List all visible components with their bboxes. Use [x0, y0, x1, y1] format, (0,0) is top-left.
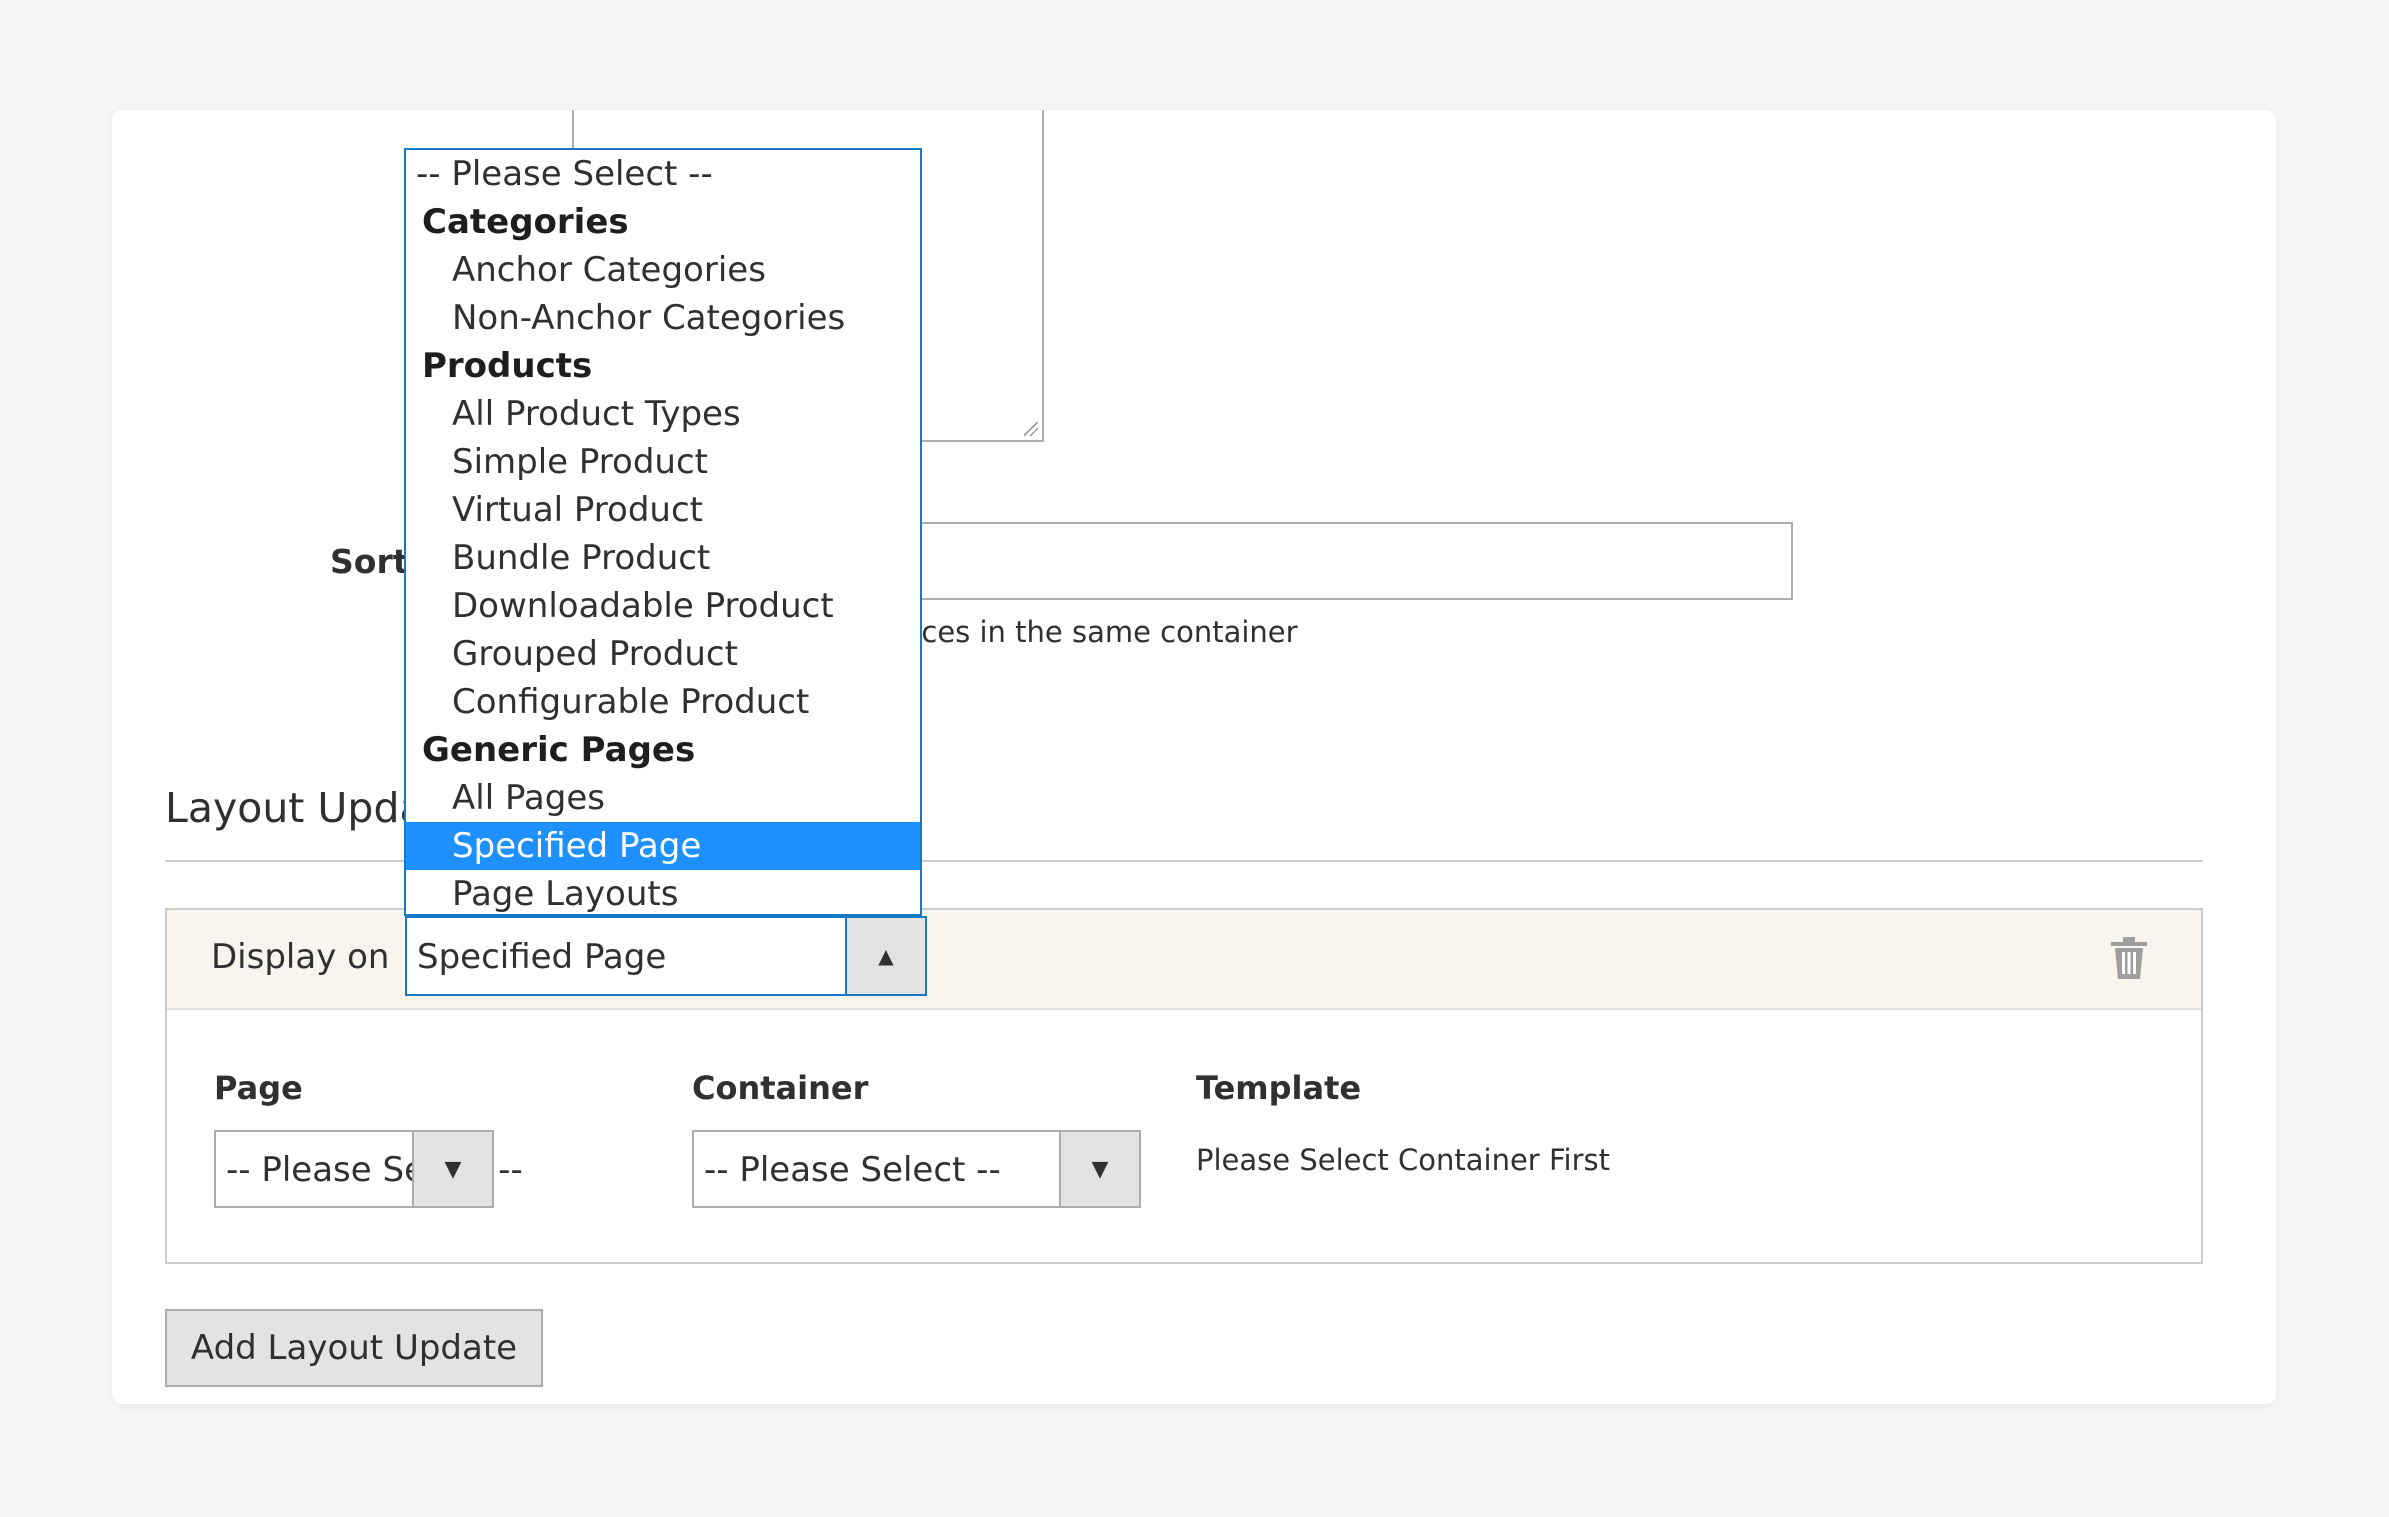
- container-select[interactable]: -- Please Select -- ▼: [692, 1130, 1141, 1208]
- display-on-value: Specified Page: [417, 937, 667, 977]
- chevron-down-icon[interactable]: ▼: [412, 1132, 492, 1206]
- dropdown-option[interactable]: All Pages: [406, 774, 920, 822]
- chevron-down-icon[interactable]: ▼: [1059, 1132, 1139, 1206]
- chevron-up-icon[interactable]: ▲: [845, 918, 925, 994]
- dropdown-option[interactable]: Specified Page: [406, 822, 920, 870]
- sort-order-input[interactable]: [905, 522, 1793, 600]
- dropdown-option[interactable]: Virtual Product: [406, 486, 920, 534]
- dropdown-group-label: Categories: [422, 202, 629, 242]
- dropdown-option[interactable]: Bundle Product: [406, 534, 920, 582]
- dropdown-group-label: Generic Pages: [422, 730, 696, 770]
- display-on-label: Display on: [211, 937, 390, 977]
- page-select[interactable]: -- Please Select -- ▼: [214, 1130, 523, 1208]
- display-on-dropdown-list: -- Please Select -- Categories Anchor Cate…: [404, 148, 922, 916]
- layout-update-header: Display on Specified Page ▲: [167, 910, 2201, 1010]
- dropdown-group-label: Products: [422, 346, 593, 386]
- layout-updates-title: Layout Upda: [165, 784, 425, 832]
- template-label: Template: [1196, 1069, 1362, 1107]
- dropdown-option[interactable]: Page Layouts: [406, 870, 920, 918]
- dropdown-option[interactable]: All Product Types: [406, 390, 920, 438]
- sort-order-label: Sort: [330, 542, 409, 581]
- dropdown-option[interactable]: Grouped Product: [406, 630, 920, 678]
- dropdown-option[interactable]: -- Please Select --: [406, 150, 920, 198]
- container-label: Container: [692, 1069, 869, 1107]
- dropdown-option[interactable]: Anchor Categories: [406, 246, 920, 294]
- sort-order-note: nces in the same container: [903, 615, 1298, 649]
- dropdown-option[interactable]: Simple Product: [406, 438, 920, 486]
- container-select-value: -- Please Select --: [704, 1150, 1001, 1190]
- dropdown-option[interactable]: Downloadable Product: [406, 582, 920, 630]
- page-label: Page: [214, 1069, 303, 1107]
- layout-update-block: Display on Specified Page ▲ Page -- Plea…: [165, 908, 2203, 1264]
- display-on-select[interactable]: Specified Page ▲: [405, 916, 927, 996]
- trash-icon[interactable]: [2109, 936, 2149, 980]
- dropdown-option[interactable]: Configurable Product: [406, 678, 920, 726]
- template-note: Please Select Container First: [1196, 1143, 1610, 1177]
- resize-handle-icon[interactable]: [1024, 422, 1038, 436]
- dropdown-option[interactable]: Non-Anchor Categories: [406, 294, 920, 342]
- add-layout-update-button[interactable]: Add Layout Update: [165, 1309, 543, 1387]
